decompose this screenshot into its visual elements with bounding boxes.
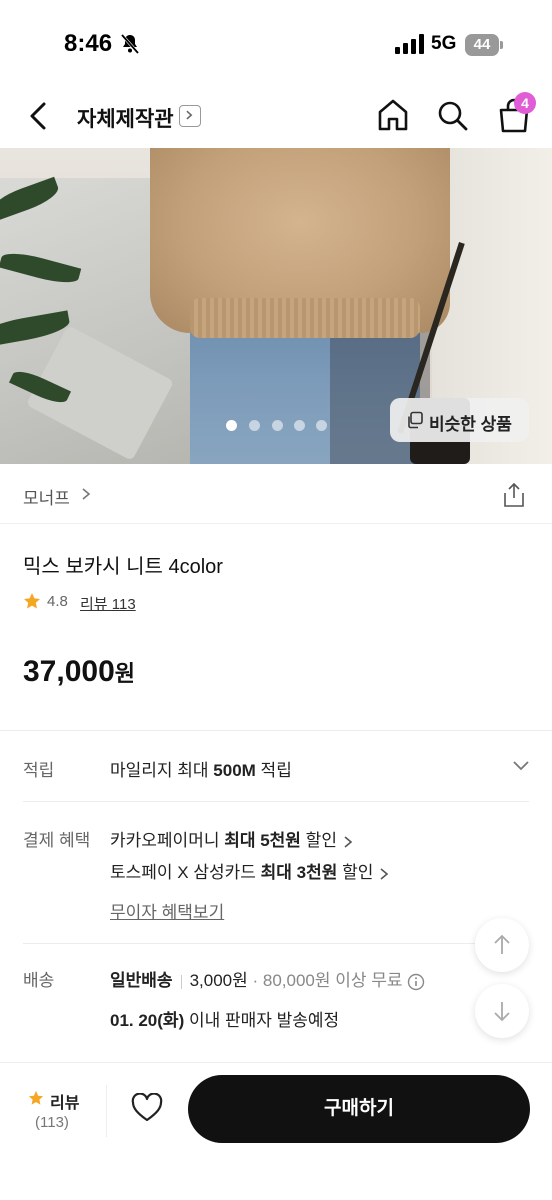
chevron-right-icon[interactable] [80, 486, 92, 502]
share-icon[interactable] [502, 482, 526, 508]
nav-bar: 자체제작관 4 [0, 84, 552, 148]
dispatch-date-suffix: 이내 판매자 발송예정 [184, 1011, 340, 1030]
kakaopay-suffix: 할인 [300, 831, 337, 850]
battery-icon: 44 [465, 34, 505, 56]
price-amount: 37,000 [23, 655, 115, 688]
shop-chevron-right-icon[interactable] [179, 105, 201, 127]
review-summary-button[interactable]: 리뷰 (113) [22, 1085, 86, 1137]
carousel-dot-1[interactable] [226, 420, 237, 431]
arrow-down-icon [494, 1002, 510, 1022]
points-suffix: 적립 [255, 761, 292, 780]
carousel-dot-5[interactable] [316, 420, 327, 431]
kakaopay-benefit[interactable]: 카카오페이머니 최대 5천원 할인 [110, 826, 353, 851]
kakaopay-discount: 최대 5천원 [224, 831, 301, 850]
network-type: 5G [431, 33, 457, 54]
shipping-info: 일반배송 3,000원 · 80,000원 이상 무료 [110, 966, 425, 991]
product-price: 37,000원 [23, 655, 135, 689]
points-amount: 500M [213, 761, 256, 780]
heart-icon[interactable] [131, 1093, 163, 1123]
carousel-dot-4[interactable] [294, 420, 305, 431]
star-icon [24, 593, 40, 609]
points-label: 적립 [23, 761, 55, 780]
shipping-type: 일반배송 [110, 971, 173, 990]
chevron-down-icon[interactable] [511, 758, 531, 772]
brand-name[interactable]: 모너프 [23, 484, 70, 509]
similar-products-button[interactable]: 비슷한 상품 [390, 398, 529, 442]
kakaopay-prefix: 카카오페이머니 [110, 831, 225, 850]
shipping-fee: 3,000원 [189, 971, 248, 990]
review-count: (113) [35, 1114, 69, 1131]
price-unit: 원 [114, 661, 136, 686]
points-info: 마일리지 최대 500M 적립 [110, 756, 292, 781]
bottom-action-bar: 리뷰 (113) 구매하기 [0, 1062, 552, 1200]
chevron-right-icon [380, 867, 389, 880]
chevron-right-icon [344, 835, 353, 848]
payment-label: 결제 혜택 [23, 831, 91, 850]
tosspay-discount: 최대 3천원 [260, 863, 338, 882]
arrow-up-icon [494, 934, 510, 954]
dispatch-date-value: 01. 20(화) [110, 1011, 185, 1030]
info-icon[interactable] [407, 973, 425, 991]
free-shipping-condition: · 80,000원 이상 무료 [252, 971, 403, 990]
search-icon[interactable] [436, 97, 470, 133]
status-bar: 8:46 5G 44 [0, 0, 552, 80]
silent-bell-icon [120, 34, 140, 54]
signal-icon [395, 34, 424, 54]
shipping-label: 배송 [23, 971, 55, 990]
copy-icon [408, 411, 423, 429]
cart-count-badge: 4 [514, 92, 536, 114]
similar-products-label: 비슷한 상품 [429, 415, 512, 434]
review-label: 리뷰 [50, 1095, 80, 1112]
dispatch-date: 01. 20(화) 이내 판매자 발송예정 [110, 1006, 339, 1031]
home-icon[interactable] [376, 97, 410, 133]
review-link[interactable]: 리뷰 113 [80, 593, 136, 614]
scroll-top-button[interactable] [475, 918, 529, 972]
carousel-dot-2[interactable] [249, 420, 260, 431]
tosspay-suffix: 할인 [337, 863, 374, 882]
rating-value: 4.8 [47, 593, 68, 610]
product-name: 믹스 보카시 니트 4color [23, 556, 223, 578]
star-icon [28, 1090, 44, 1105]
brand-row: 모너프 [0, 464, 552, 524]
installment-benefit-link[interactable]: 무이자 혜택보기 [110, 898, 224, 923]
tosspay-prefix: 토스페이 X 삼성카드 [110, 863, 261, 882]
buy-button[interactable]: 구매하기 [188, 1075, 530, 1143]
back-arrow-icon[interactable] [22, 96, 58, 136]
points-prefix: 마일리지 최대 [110, 761, 214, 780]
carousel-dot-3[interactable] [272, 420, 283, 431]
battery-level: 44 [465, 34, 499, 56]
scroll-bottom-button[interactable] [475, 984, 529, 1038]
tosspay-benefit[interactable]: 토스페이 X 삼성카드 최대 3천원 할인 [110, 858, 389, 883]
shop-title[interactable]: 자체제작관 [77, 103, 174, 133]
product-image-carousel[interactable]: 비슷한 상품 [0, 148, 552, 464]
status-time: 8:46 [64, 30, 113, 57]
